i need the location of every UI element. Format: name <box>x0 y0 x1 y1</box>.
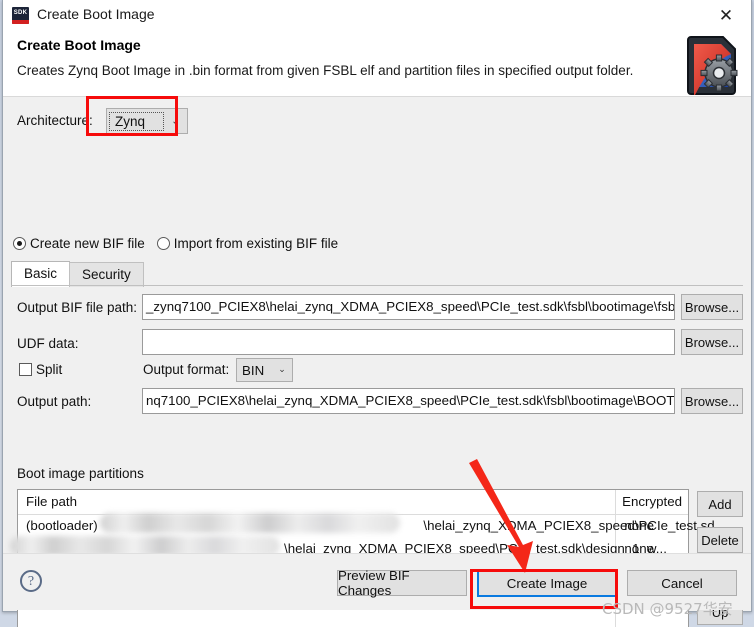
create-image-button[interactable]: Create Image <box>477 569 617 597</box>
screen: SDK Create Boot Image ✕ Create Boot Imag… <box>0 0 754 627</box>
architecture-label: Architecture: <box>17 113 93 128</box>
partitions-table-header: File path Encrypted <box>18 490 688 515</box>
column-divider <box>615 490 616 514</box>
partitions-title: Boot image partitions <box>17 466 144 481</box>
architecture-value: Zynq <box>109 111 164 131</box>
help-icon[interactable]: ? <box>20 570 42 592</box>
chevron-down-icon: ⌄ <box>278 365 286 375</box>
bif-path-input[interactable]: _zynq7100_PCIEX8\helai_zynq_XDMA_PCIEX8_… <box>142 294 675 320</box>
output-format-value: BIN <box>242 362 265 378</box>
window-title: Create Boot Image <box>37 6 155 22</box>
cancel-button[interactable]: Cancel <box>627 570 737 596</box>
radio-create-new-bif[interactable]: Create new BIF file <box>13 236 145 251</box>
title-bar: SDK Create Boot Image ✕ <box>3 0 751 31</box>
output-format-select[interactable]: BIN ⌄ <box>236 358 293 382</box>
column-header-encrypted: Encrypted <box>622 494 682 509</box>
bif-mode-radio-group: Create new BIF file Import from existing… <box>13 236 350 251</box>
output-path-input[interactable]: nq7100_PCIEX8\helai_zynq_XDMA_PCIEX8_spe… <box>142 388 675 414</box>
udf-data-input[interactable] <box>142 329 675 355</box>
tab-underline <box>11 285 743 286</box>
row-encrypted: none <box>624 518 654 533</box>
output-path-browse-button[interactable]: Browse... <box>681 388 743 414</box>
tab-bar: Basic Security <box>11 261 144 287</box>
tab-security[interactable]: Security <box>69 262 144 287</box>
preview-bif-changes-button[interactable]: Preview BIF Changes <box>337 568 467 598</box>
radio-label: Import from existing BIF file <box>173 236 339 251</box>
bif-path-browse-button[interactable]: Browse... <box>681 294 743 320</box>
add-button[interactable]: Add <box>697 491 743 517</box>
split-label: Split <box>36 362 63 377</box>
page-description: Creates Zynq Boot Image in .bin format f… <box>17 63 634 78</box>
output-format-label: Output format: <box>143 362 230 377</box>
watermark: CSDN @9527华安 <box>602 600 733 618</box>
boot-image-logo-icon <box>685 33 741 97</box>
sdk-icon-bar <box>12 20 29 24</box>
close-icon[interactable]: ✕ <box>709 2 743 30</box>
radio-import-existing-bif[interactable]: Import from existing BIF file <box>156 236 339 251</box>
redaction-blur <box>100 513 400 533</box>
checkbox-indicator <box>19 363 32 376</box>
split-checkbox[interactable]: Split <box>19 361 62 379</box>
bif-path-label: Output BIF file path: <box>17 300 138 315</box>
delete-button[interactable]: Delete <box>697 527 743 553</box>
architecture-select[interactable]: Zynq ⌄ <box>106 108 188 134</box>
radio-indicator <box>13 237 26 250</box>
radio-indicator <box>156 237 170 250</box>
create-boot-image-dialog: SDK Create Boot Image ✕ Create Boot Imag… <box>2 0 752 627</box>
sdk-icon-text: SDK <box>13 10 28 16</box>
sdk-icon: SDK <box>12 7 29 24</box>
dialog-header: Create Boot Image Creates Zynq Boot Imag… <box>3 31 751 97</box>
column-header-file-path: File path <box>26 494 77 509</box>
tab-basic[interactable]: Basic <box>11 261 71 287</box>
udf-data-label: UDF data: <box>17 336 79 351</box>
chevron-down-icon: ⌄ <box>171 115 180 127</box>
table-row[interactable]: (bootloader) \helai_zynq_XDMA_PCIEX8_spe… <box>18 513 726 538</box>
radio-label: Create new BIF file <box>30 236 145 251</box>
udf-data-browse-button[interactable]: Browse... <box>681 329 743 355</box>
output-path-label: Output path: <box>17 394 92 409</box>
page-title: Create Boot Image <box>17 37 141 53</box>
dialog-body: Architecture: Zynq ⌄ Create new BIF file… <box>3 97 751 627</box>
